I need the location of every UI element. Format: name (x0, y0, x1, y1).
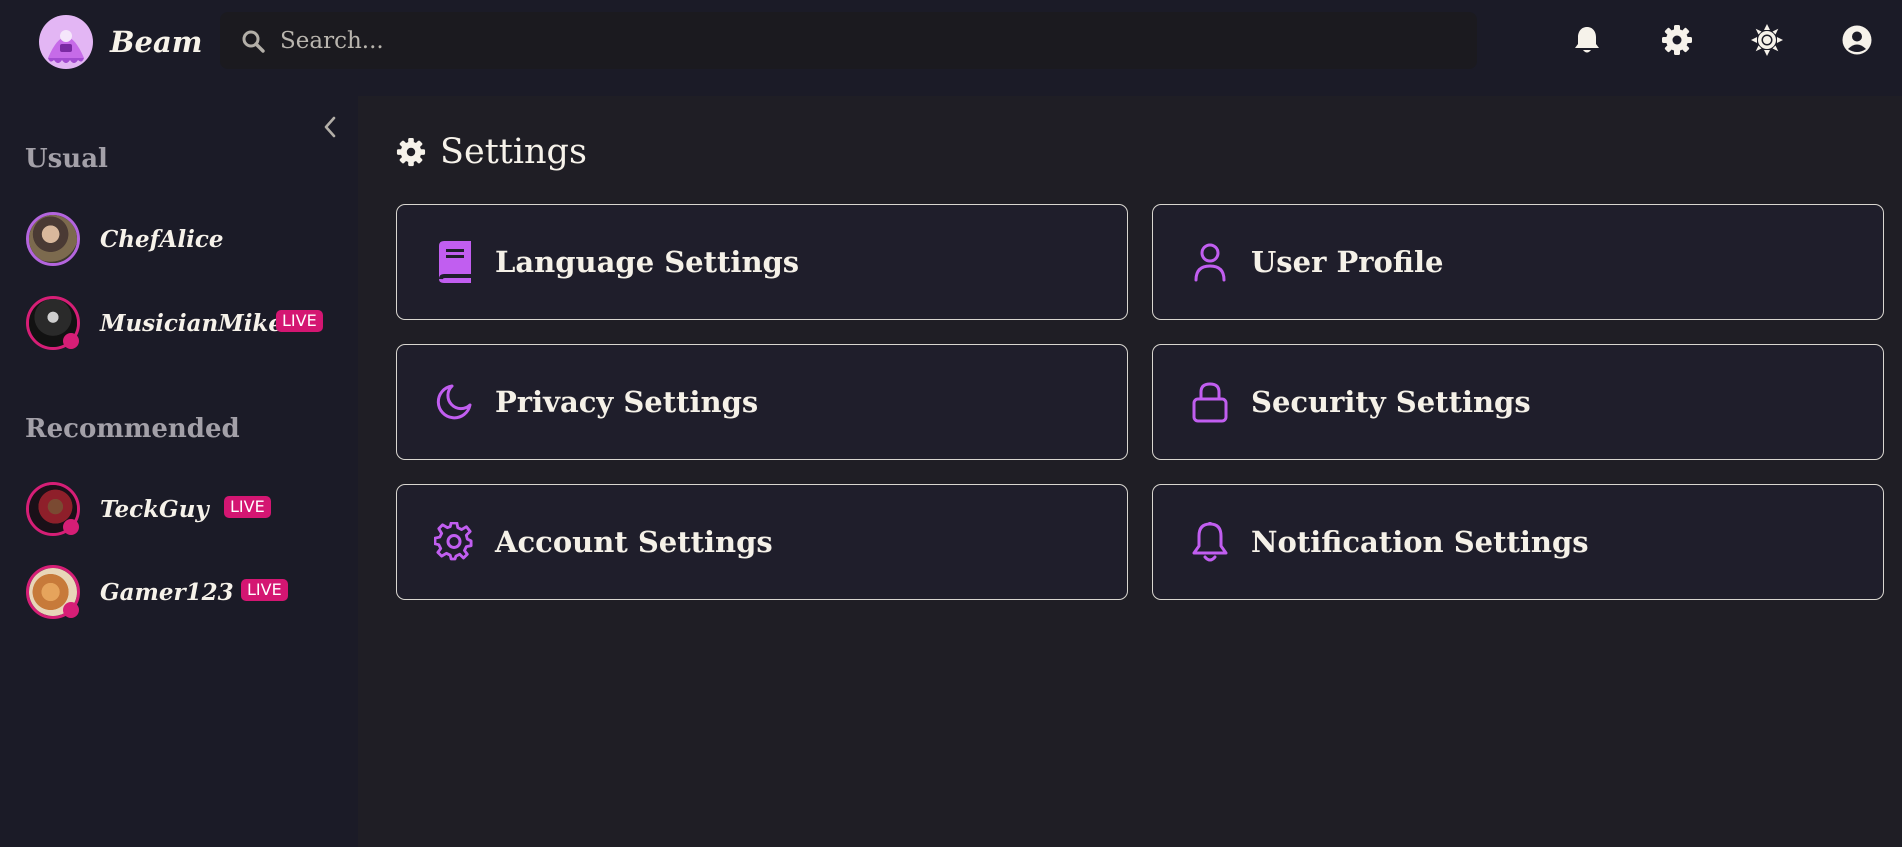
card-label: Language Settings (495, 245, 800, 279)
channel-item-chefalice[interactable]: ChefAlice (26, 211, 336, 267)
top-bar: Beam (0, 0, 1902, 96)
page-title: Settings (440, 132, 587, 172)
card-label: Security Settings (1251, 385, 1531, 419)
channel-name: Gamer123 (100, 578, 234, 606)
avatar (26, 212, 80, 266)
live-indicator (63, 602, 79, 618)
card-label: Account Settings (495, 525, 773, 559)
channel-name: ChefAlice (100, 225, 224, 253)
account-settings-card[interactable]: Account Settings (396, 484, 1128, 600)
channel-item-musicianmike[interactable]: MusicianMike LIVE (26, 295, 336, 351)
live-badge: LIVE (276, 310, 323, 332)
live-indicator (63, 333, 79, 349)
sun-icon[interactable] (1749, 22, 1785, 58)
lock-icon (1189, 379, 1231, 425)
brand-name: Beam (110, 25, 203, 59)
moon-icon (433, 379, 475, 425)
user-circle-icon[interactable] (1839, 22, 1875, 58)
channel-name: MusicianMike (100, 309, 284, 337)
page-header: Settings (396, 132, 587, 172)
collapse-sidebar-chevron-left-icon[interactable] (318, 112, 342, 142)
section-title-recommended: Recommended (25, 414, 240, 444)
language-settings-card[interactable]: Language Settings (396, 204, 1128, 320)
settings-gear-icon (396, 137, 426, 167)
search-input[interactable] (268, 12, 1477, 69)
sidebar: Usual ChefAlice MusicianMike LIVE Recomm… (0, 96, 358, 847)
live-badge: LIVE (224, 496, 271, 518)
search-bar[interactable] (220, 12, 1477, 69)
card-label: Notification Settings (1251, 525, 1589, 559)
channel-item-gamer123[interactable]: Gamer123 LIVE (26, 564, 336, 620)
avatar (26, 482, 80, 536)
live-badge: LIVE (241, 579, 288, 601)
card-label: Privacy Settings (495, 385, 759, 419)
cog-icon (433, 519, 475, 565)
gear-icon[interactable] (1659, 22, 1695, 58)
logo[interactable]: Beam (38, 14, 202, 70)
section-title-usual: Usual (25, 144, 108, 174)
bell-outline-icon (1189, 519, 1231, 565)
card-label: User Profile (1251, 245, 1444, 279)
user-profile-card[interactable]: User Profile (1152, 204, 1884, 320)
avatar (26, 296, 80, 350)
avatar (26, 565, 80, 619)
notification-settings-card[interactable]: Notification Settings (1152, 484, 1884, 600)
channel-name: TeckGuy (100, 495, 209, 523)
book-icon (433, 239, 475, 285)
privacy-settings-card[interactable]: Privacy Settings (396, 344, 1128, 460)
bell-icon[interactable] (1569, 22, 1605, 58)
search-icon[interactable] (238, 26, 268, 56)
channel-item-teckguy[interactable]: TeckGuy LIVE (26, 481, 336, 537)
live-indicator (63, 519, 79, 535)
beam-logo-icon (39, 15, 93, 69)
security-settings-card[interactable]: Security Settings (1152, 344, 1884, 460)
user-icon (1189, 239, 1231, 285)
